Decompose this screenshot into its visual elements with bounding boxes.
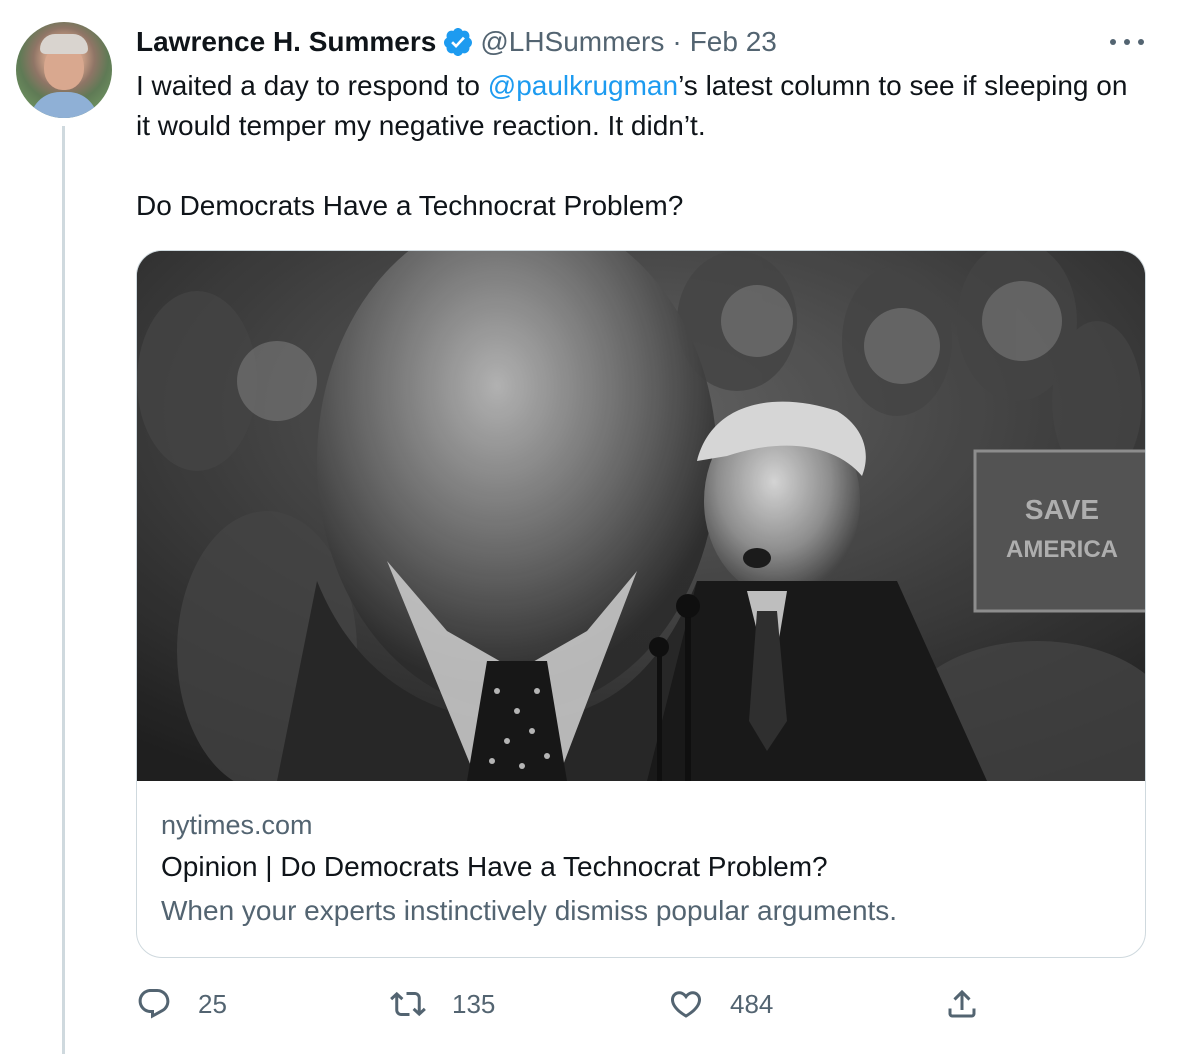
header-separator: · [672, 26, 682, 57]
tweet-header: Lawrence H. Summers @LHSummers · Feb 23 [136, 24, 777, 60]
tweet-date[interactable]: Feb 23 [690, 26, 777, 58]
retweet-button[interactable]: 135 [390, 982, 495, 1026]
author-name[interactable]: Lawrence H. Summers [136, 26, 436, 58]
card-domain: nytimes.com [161, 810, 313, 840]
card-description: When your experts instinctively dismiss … [161, 895, 898, 926]
card-image[interactable]: SAVE AMERICA [137, 251, 1145, 781]
reply-icon [138, 989, 170, 1019]
card-photo-illustration: SAVE AMERICA [137, 251, 1145, 781]
share-button[interactable] [944, 982, 980, 1026]
card-title: Opinion | Do Democrats Have a Technocrat… [161, 851, 828, 882]
reply-button[interactable]: 25 [136, 982, 227, 1026]
avatar-shirt [30, 92, 98, 118]
thread-line [62, 126, 65, 1054]
retweet-count: 135 [452, 988, 496, 1019]
tweet-paragraph-1: I waited a day to respond to @paulkrugma… [136, 66, 1136, 146]
link-card[interactable]: SAVE AMERICA nytimes.com Opinion | Do De… [136, 250, 1146, 958]
like-button[interactable]: 484 [668, 982, 773, 1026]
more-options-icon[interactable] [1110, 30, 1144, 54]
more-dot [1138, 39, 1144, 45]
verified-badge-icon [444, 28, 473, 56]
mention-link[interactable]: @paulkrugman [488, 70, 678, 101]
avatar[interactable] [16, 22, 112, 118]
tweet-actions: 25 135 484 [136, 982, 1016, 1026]
tweet-text-part1: I waited a day to respond to [136, 70, 488, 101]
tweet-paragraph-2: Do Democrats Have a Technocrat Problem? [136, 190, 684, 221]
avatar-hair [40, 34, 88, 54]
card-meta: nytimes.com Opinion | Do Democrats Have … [161, 805, 1121, 933]
tweet-text: I waited a day to respond to @paulkrugma… [136, 66, 1136, 226]
reply-count: 25 [198, 988, 227, 1019]
tweet[interactable]: Lawrence H. Summers @LHSummers · Feb 23 … [0, 0, 1184, 1054]
author-handle[interactable]: @LHSummers [480, 26, 664, 58]
share-icon [948, 989, 976, 1018]
like-count: 484 [730, 988, 774, 1019]
more-dot [1124, 39, 1130, 45]
heart-icon [670, 991, 702, 1018]
retweet-icon [390, 991, 426, 1017]
more-dot [1110, 39, 1116, 45]
